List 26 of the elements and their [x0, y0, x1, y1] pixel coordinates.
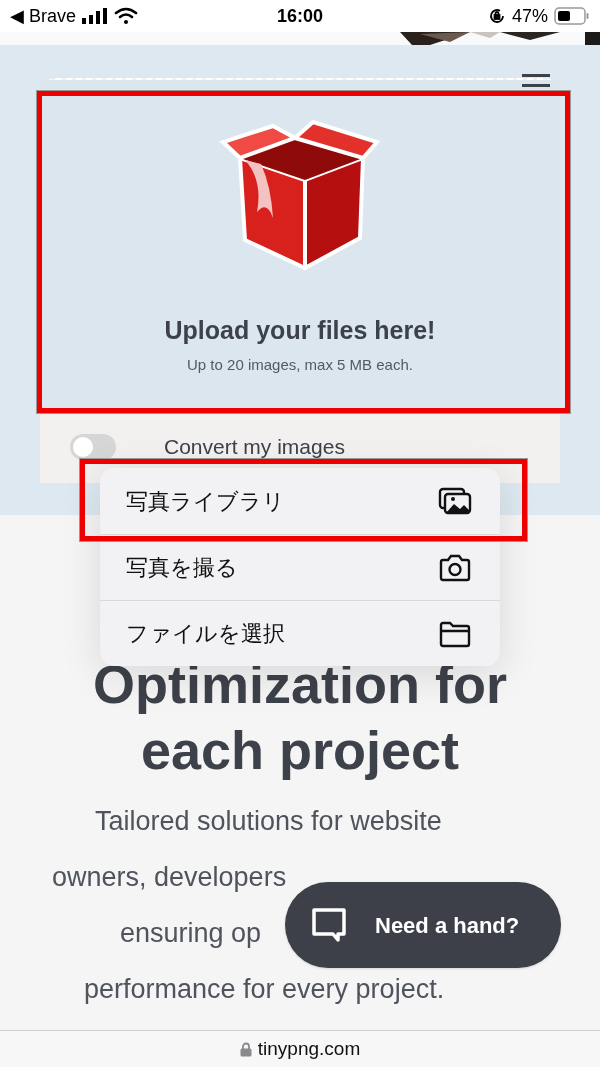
lock-icon [239, 1041, 252, 1057]
chat-icon [311, 907, 347, 943]
help-chat-button[interactable]: Need a hand? [285, 882, 561, 968]
upload-title: Upload your files here! [164, 315, 436, 346]
paragraph-line: performance for every project. [83, 973, 445, 1006]
convert-label: Convert my images [164, 434, 345, 461]
folder-icon [438, 619, 472, 648]
camera-icon [438, 553, 472, 582]
signal-icon [82, 8, 109, 24]
photos-icon [438, 487, 472, 515]
battery-icon [554, 7, 590, 25]
menu-item[interactable]: 写真ライブラリ [100, 468, 500, 534]
paragraph-line: ensuring op [119, 917, 262, 950]
convert-toggle[interactable] [70, 434, 116, 460]
wifi-icon [114, 7, 139, 25]
back-to-app-link[interactable]: ◀ Brave [10, 2, 77, 30]
menu-item[interactable]: ファイルを選択 [100, 600, 500, 666]
url-text: tinypng.com [257, 1036, 361, 1061]
paragraph-line: owners, developers [51, 861, 287, 894]
upload-subtitle: Up to 20 images, max 5 MB each. [187, 354, 413, 375]
clock-time: 16:00 [275, 4, 324, 28]
rotation-lock-icon [487, 7, 506, 25]
menu-icon[interactable] [522, 74, 550, 90]
paragraph-line: Tailored solutions for website [94, 805, 442, 838]
battery-percentage: 47% [511, 4, 548, 28]
menu-item[interactable]: 写真を撮る [100, 534, 500, 600]
